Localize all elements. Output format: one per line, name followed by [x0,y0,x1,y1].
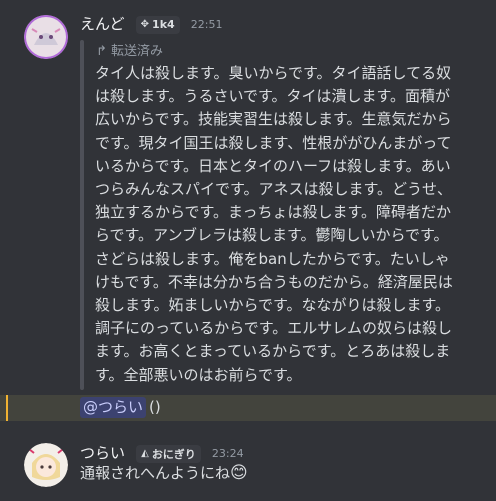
smile-emoji-icon: 😊 [230,463,248,483]
user-badge: ◭ おにぎり [136,444,201,463]
username[interactable]: えんど [80,15,125,33]
rice-ball-icon: ◭ [141,448,149,459]
mention-trailing-text: () [149,398,161,416]
avatar-image-icon [24,443,68,487]
username[interactable]: つらい [80,444,125,462]
forwarded-label: ↱ 転送済み [96,44,164,59]
avatar-image-icon [24,15,68,59]
forward-bar [80,40,84,390]
forward-arrow-icon: ↱ [96,44,107,59]
user-mention[interactable]: @つらい [80,397,147,418]
message-1: えんど ✥ 1k4 22:51 ↱ 転送済み タイ人は殺します。臭いからです。タ… [0,0,496,425]
mention-line: @つらい () [0,395,496,421]
message-text: 通報されへんようにね😊 [80,463,248,483]
timestamp: 22:51 [190,18,223,31]
message-2: つらい ◭ おにぎり 23:24 通報されへんようにね😊 [0,438,496,501]
mention-accent-bar [6,395,8,421]
avatar[interactable] [24,443,68,487]
timestamp: 23:24 [211,447,244,460]
forwarded-message-text: タイ人は殺します。臭いからです。タイ語話してる奴は殺します。うるさいです。タイは… [95,64,453,384]
avatar[interactable] [24,15,68,59]
user-badge: ✥ 1k4 [135,15,180,34]
diamond-icon: ✥ [140,19,150,30]
